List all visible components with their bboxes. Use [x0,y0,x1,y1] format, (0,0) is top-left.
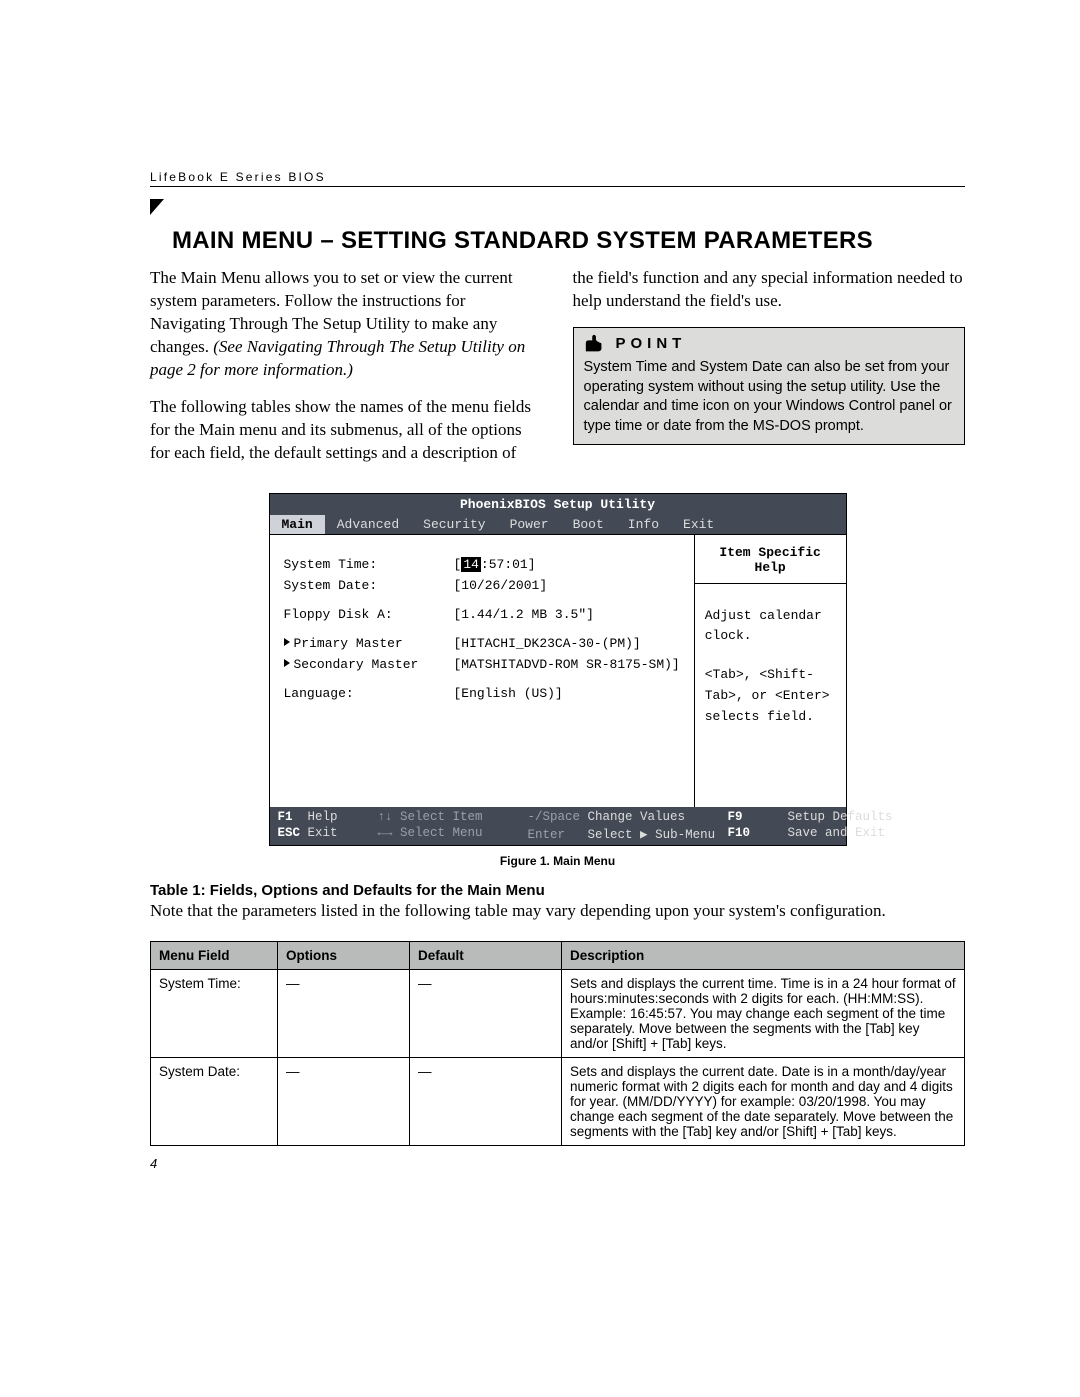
footer-save-exit: Save and Exit [788,826,908,842]
table-note: Note that the parameters listed in the f… [150,901,965,921]
cell-options: — [278,969,410,1057]
bios-tab-boot: Boot [561,515,616,534]
bios-tab-main: Main [270,515,325,534]
footer-change-values: Change Values [588,810,686,824]
bios-tab-advanced: Advanced [325,515,411,534]
page-number: 4 [150,1156,965,1171]
th-options: Options [278,941,410,969]
section-wedge-icon [150,199,164,215]
bios-help-line2: <Tab>, <Shift-Tab>, or <Enter> selects f… [705,665,836,727]
th-description: Description [562,941,965,969]
table-title: Table 1: Fields, Options and Defaults fo… [150,882,965,899]
bios-floppy-value: [1.44/1.2 MB 3.5"] [454,607,594,622]
footer-select-item: Select Item [400,810,483,824]
bios-sm-label: Secondary Master [294,657,419,672]
cell-field: System Time: [151,969,278,1057]
bios-tab-power: Power [498,515,561,534]
footer-setup-defaults: Setup Defaults [788,810,908,824]
point-label: POINT [616,334,687,354]
running-header: LifeBook E Series BIOS [150,170,965,187]
cell-default: — [410,1057,562,1145]
bios-tab-security: Security [411,515,497,534]
bios-time-rest: :57:01] [481,557,536,572]
cell-default: — [410,969,562,1057]
point-callout: POINT System Time and System Date can al… [573,327,966,446]
cell-field: System Date: [151,1057,278,1145]
key-leftright-icon: ←→ [378,826,393,840]
bios-help-line1: Adjust calendar clock. [705,606,836,648]
bios-floppy-label: Floppy Disk A: [284,607,454,622]
key-updown-icon: ↑↓ [378,810,393,824]
intro-p3: the field's function and any special inf… [573,267,966,313]
figure-caption: Figure 1. Main Menu [150,854,965,868]
bios-time-hh: 14 [461,557,481,572]
bios-help-title: Item Specific Help [695,535,846,584]
cell-options: — [278,1057,410,1145]
bios-tab-info: Info [616,515,671,534]
bios-main-panel: System Time: [14:57:01] System Date: [10… [270,535,694,807]
key-f10: F10 [728,826,751,840]
bios-pm-label: Primary Master [294,636,403,651]
intro-columns: The Main Menu allows you to set or view … [150,267,965,465]
bios-figure: PhoenixBIOS Setup Utility Main Advanced … [269,493,847,846]
bios-lang-label: Language: [284,686,454,701]
bios-tab-exit: Exit [671,515,726,534]
key-f9: F9 [728,810,743,824]
bios-lang-value: [English (US)] [454,686,563,701]
th-default: Default [410,941,562,969]
th-menu-field: Menu Field [151,941,278,969]
triangle-icon [284,638,290,646]
bios-tabs: Main Advanced Security Power Boot Info E… [270,515,846,534]
key-minus-space: -/Space [528,810,581,824]
cell-desc: Sets and displays the current date. Date… [562,1057,965,1145]
triangle-icon [284,659,290,667]
bios-help-panel: Item Specific Help Adjust calendar clock… [694,535,846,807]
options-table: Menu Field Options Default Description S… [150,941,965,1146]
footer-help: Help [308,810,338,824]
bios-date-label: System Date: [284,578,454,593]
point-hand-icon [584,334,606,354]
key-esc: ESC [278,826,301,840]
bios-time-label: System Time: [284,557,454,572]
key-f1: F1 [278,810,293,824]
footer-select-sub: Select ▶ Sub-Menu [588,828,716,842]
intro-p2: The following tables show the names of t… [150,396,543,465]
bios-date-value: [10/26/2001] [454,578,548,593]
key-enter: Enter [528,828,566,842]
table-row: System Time: — — Sets and displays the c… [151,969,965,1057]
bios-pm-value: [HITACHI_DK23CA-30-(PM)] [454,636,641,651]
table-row: System Date: — — Sets and displays the c… [151,1057,965,1145]
footer-exit: Exit [308,826,338,840]
footer-select-menu: Select Menu [400,826,483,840]
bios-sm-value: [MATSHITADVD-ROM SR-8175-SM)] [454,657,680,672]
bios-footer: F1 Help ↑↓ Select Item -/Space Change Va… [270,807,846,845]
page-title: MAIN MENU – SETTING STANDARD SYSTEM PARA… [172,227,873,255]
point-body: System Time and System Date can also be … [574,354,965,444]
bios-title: PhoenixBIOS Setup Utility [270,494,846,515]
cell-desc: Sets and displays the current time. Time… [562,969,965,1057]
